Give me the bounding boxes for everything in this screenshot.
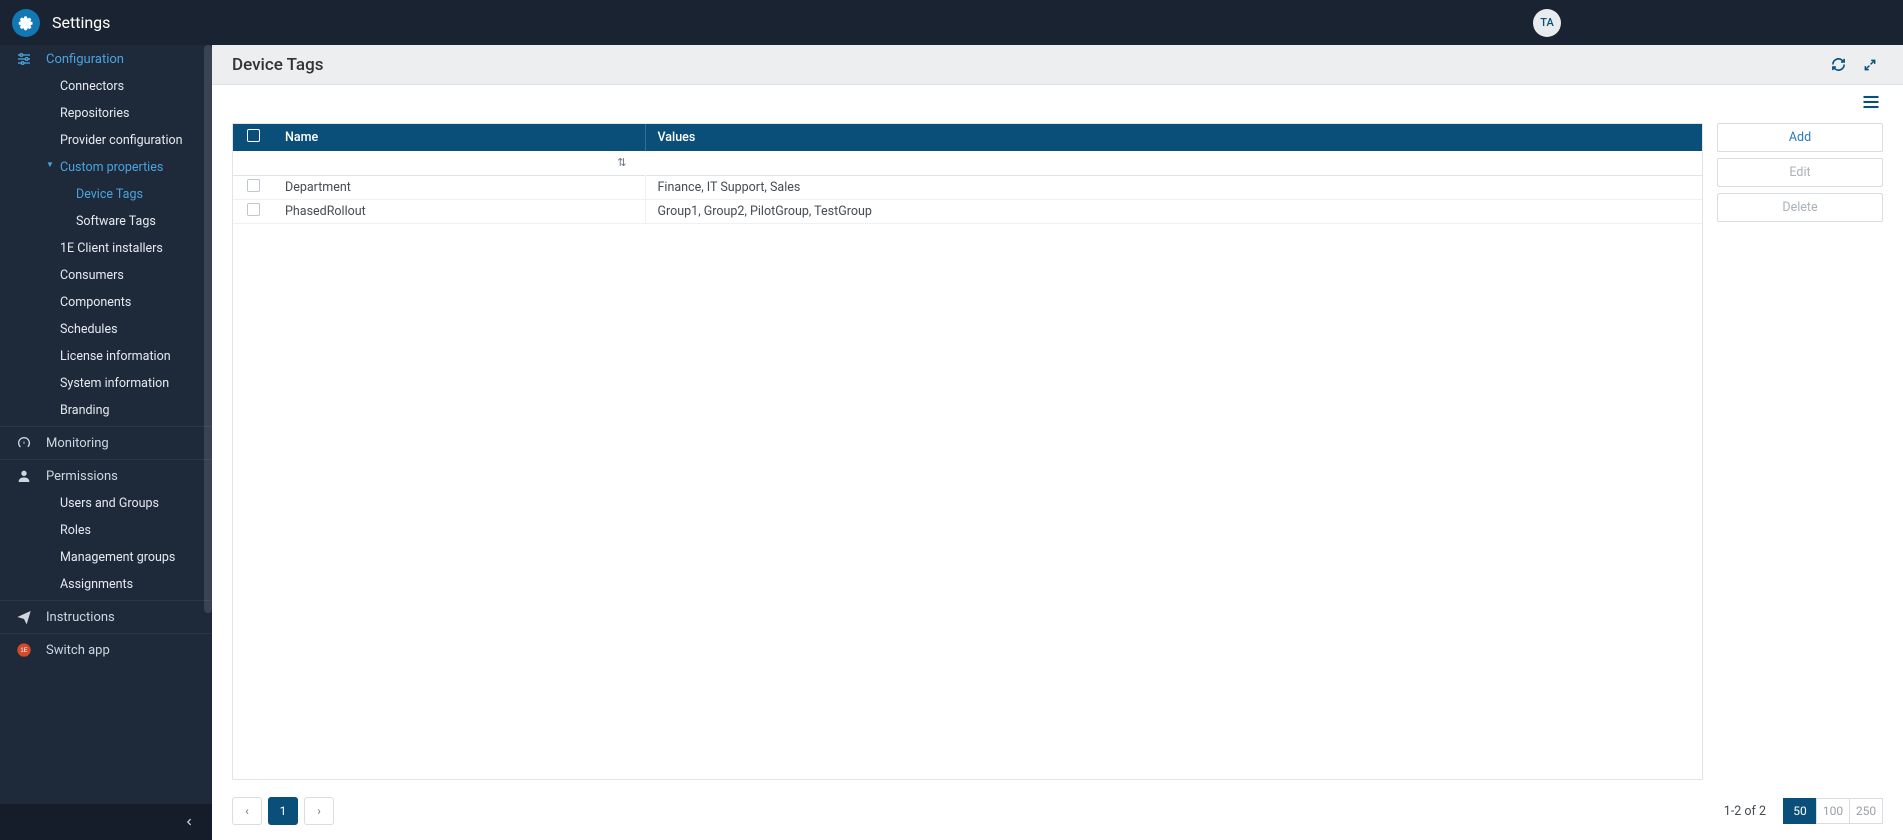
cell-name: PhasedRollout [273, 199, 645, 223]
sidebar-section-permissions[interactable]: Permissions [0, 462, 212, 490]
top-bar: Settings TA [0, 0, 1903, 45]
sidebar-section-switch-app[interactable]: 1E Switch app [0, 636, 212, 664]
pager-info: 1-2 of 2 [1724, 804, 1766, 819]
paper-plane-icon [14, 609, 34, 625]
sidebar-section-monitoring[interactable]: Monitoring [0, 429, 212, 457]
pager-page-1[interactable]: 1 [268, 797, 298, 825]
sidebar-scrollbar[interactable] [204, 45, 212, 613]
sidebar-item-consumers[interactable]: Consumers [0, 262, 212, 289]
brand-1e-icon: 1E [14, 642, 34, 658]
cell-values: Finance, IT Support, Sales [645, 175, 1702, 199]
page-size-selector: 50 100 250 [1784, 798, 1883, 824]
row-checkbox[interactable] [247, 179, 260, 192]
sidebar-label: Switch app [46, 643, 110, 658]
menu-icon [1861, 92, 1881, 112]
sidebar-item-license[interactable]: License information [0, 343, 212, 370]
cell-values: Group1, Group2, PilotGroup, TestGroup [645, 199, 1702, 223]
sidebar-section-instructions[interactable]: Instructions [0, 603, 212, 631]
sidebar-item-custom-properties[interactable]: Custom properties [0, 154, 212, 181]
sidebar-item-schedules[interactable]: Schedules [0, 316, 212, 343]
table-row[interactable]: Department Finance, IT Support, Sales [233, 175, 1702, 199]
device-tags-table: Name Values ⇅ D [232, 123, 1703, 780]
sidebar-item-software-tags[interactable]: Software Tags [0, 208, 212, 235]
chevron-left-icon [184, 817, 194, 827]
gauge-icon [14, 435, 34, 451]
sidebar-item-provider[interactable]: Provider configuration [0, 127, 212, 154]
sidebar-item-client-installers[interactable]: 1E Client installers [0, 235, 212, 262]
pager-next[interactable]: › [304, 797, 334, 825]
filter-cell-values[interactable] [645, 151, 1702, 175]
add-button[interactable]: Add [1717, 123, 1883, 152]
sidebar-label: Configuration [46, 52, 124, 67]
table-row[interactable]: PhasedRollout Group1, Group2, PilotGroup… [233, 199, 1702, 223]
app-gears-icon [12, 9, 40, 37]
row-checkbox[interactable] [247, 203, 260, 216]
sliders-icon [14, 51, 34, 67]
filter-cell-name[interactable]: ⇅ [273, 151, 645, 175]
pagesize-250[interactable]: 250 [1849, 798, 1883, 824]
sidebar-item-connectors[interactable]: Connectors [0, 73, 212, 100]
pagesize-100[interactable]: 100 [1816, 798, 1850, 824]
sidebar-item-mgmt-groups[interactable]: Management groups [0, 544, 212, 571]
main-content: Device Tags [212, 45, 1903, 840]
expand-button[interactable] [1857, 52, 1883, 78]
more-menu-button[interactable] [1861, 92, 1883, 116]
sidebar: Configuration Connectors Repositories Pr… [0, 45, 212, 840]
sidebar-item-roles[interactable]: Roles [0, 517, 212, 544]
sidebar-item-assignments[interactable]: Assignments [0, 571, 212, 598]
actions-panel: Add Edit Delete [1717, 123, 1883, 780]
sort-icon[interactable]: ⇅ [617, 156, 626, 169]
refresh-icon [1831, 57, 1846, 72]
edit-button[interactable]: Edit [1717, 158, 1883, 187]
delete-button[interactable]: Delete [1717, 193, 1883, 222]
sidebar-item-branding[interactable]: Branding [0, 397, 212, 424]
sidebar-item-device-tags[interactable]: Device Tags [0, 181, 212, 208]
user-icon [14, 468, 34, 484]
column-header-values[interactable]: Values [645, 124, 1702, 151]
expand-icon [1863, 58, 1877, 72]
sidebar-item-system[interactable]: System information [0, 370, 212, 397]
refresh-button[interactable] [1825, 52, 1851, 78]
page-title: Device Tags [232, 55, 323, 75]
page-header: Device Tags [212, 45, 1903, 85]
select-all-header[interactable] [233, 124, 273, 151]
sidebar-label: Instructions [46, 610, 115, 625]
column-header-name[interactable]: Name [273, 124, 645, 151]
sidebar-collapse[interactable] [0, 804, 212, 840]
user-avatar[interactable]: TA [1533, 9, 1561, 37]
sidebar-label: Permissions [46, 469, 118, 484]
cell-name: Department [273, 175, 645, 199]
pagination: ‹ 1 › 1-2 of 2 50 100 250 [232, 780, 1883, 828]
pager-prev[interactable]: ‹ [232, 797, 262, 825]
sidebar-section-configuration[interactable]: Configuration [0, 45, 212, 73]
sidebar-item-components[interactable]: Components [0, 289, 212, 316]
sidebar-item-users-groups[interactable]: Users and Groups [0, 490, 212, 517]
svg-text:1E: 1E [20, 648, 27, 654]
sidebar-label: Monitoring [46, 436, 109, 451]
pagesize-50[interactable]: 50 [1783, 798, 1817, 824]
app-title: Settings [52, 13, 110, 32]
sidebar-item-repositories[interactable]: Repositories [0, 100, 212, 127]
